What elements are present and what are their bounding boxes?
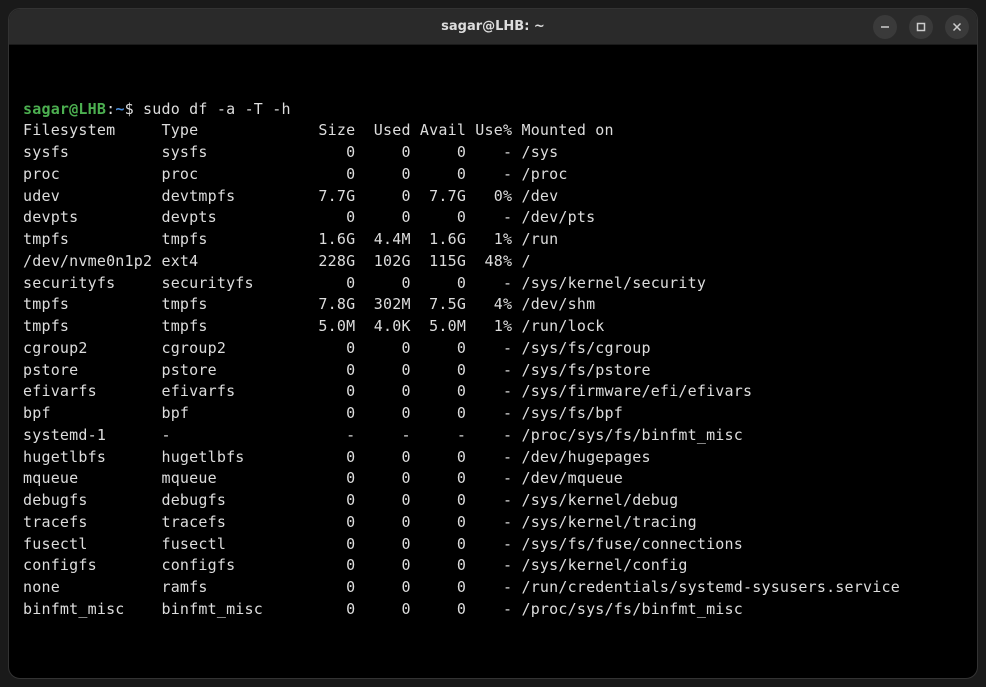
minimize-button[interactable] bbox=[873, 15, 897, 39]
terminal-window: sagar@LHB: ~ sagar@LHB:~$ sudo df -a -T … bbox=[8, 8, 978, 679]
prompt-at: @ bbox=[69, 100, 78, 118]
close-icon bbox=[952, 22, 962, 32]
minimize-icon bbox=[880, 22, 890, 32]
maximize-button[interactable] bbox=[909, 15, 933, 39]
window-controls bbox=[873, 15, 969, 39]
window-title: sagar@LHB: ~ bbox=[441, 19, 545, 34]
prompt-symbol: $ bbox=[125, 100, 134, 118]
close-button[interactable] bbox=[945, 15, 969, 39]
prompt-line: sagar@LHB:~$ sudo df -a -T -h bbox=[23, 99, 963, 121]
prompt-colon: : bbox=[106, 100, 115, 118]
prompt-path: ~ bbox=[115, 100, 124, 118]
titlebar: sagar@LHB: ~ bbox=[9, 9, 977, 45]
df-output: Filesystem Type Size Used Avail Use% Mou… bbox=[23, 121, 900, 618]
terminal-body[interactable]: sagar@LHB:~$ sudo df -a -T -hFilesystem … bbox=[9, 45, 977, 678]
prompt-user: sagar bbox=[23, 100, 69, 118]
command-text: sudo df -a -T -h bbox=[143, 100, 291, 118]
maximize-icon bbox=[916, 22, 926, 32]
prompt-host: LHB bbox=[78, 100, 106, 118]
